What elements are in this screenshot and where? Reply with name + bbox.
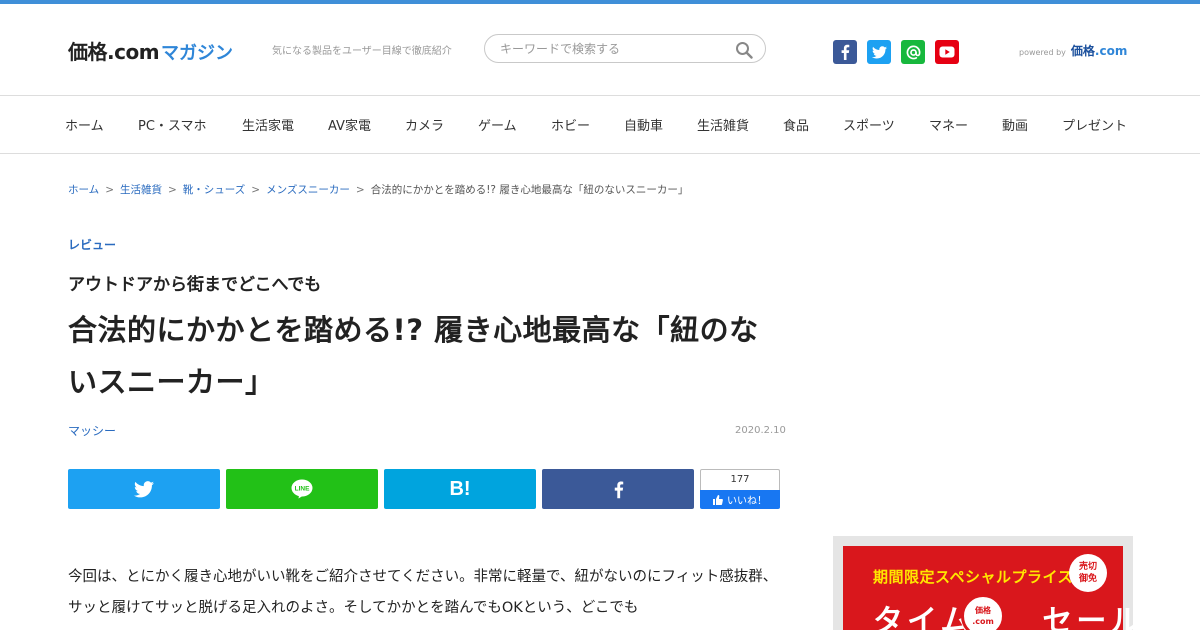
breadcrumb-separator: > (355, 184, 365, 196)
nav-item-daily-goods[interactable]: 生活雑貨 (697, 115, 749, 134)
nav-item-food[interactable]: 食品 (783, 115, 809, 134)
thumbs-up-icon (713, 494, 723, 505)
search-input[interactable] (500, 40, 720, 58)
like-label: いいね！ (727, 496, 767, 507)
nav-item-video[interactable]: 動画 (1002, 115, 1028, 134)
breadcrumb-shoes[interactable]: 靴・シューズ (183, 184, 245, 196)
breadcrumb-separator: > (168, 184, 177, 196)
hatena-bookmark-icon: B! (449, 477, 471, 500)
site-logo[interactable]: 価格.com マガジン (68, 36, 233, 64)
breadcrumb-home[interactable]: ホーム (68, 184, 99, 196)
nav-item-present[interactable]: プレゼント (1062, 115, 1127, 134)
youtube-icon[interactable] (935, 40, 959, 64)
search-icon[interactable] (735, 41, 753, 59)
facebook-icon[interactable] (833, 40, 857, 64)
share-facebook-button[interactable] (542, 469, 694, 509)
article-date: 2020.2.10 (735, 425, 786, 436)
nav-item-pc-smartphone[interactable]: PC・スマホ (138, 115, 207, 134)
breadcrumb-mens-sneakers[interactable]: メンズスニーカー (266, 184, 350, 196)
nav-item-home-appliances[interactable]: 生活家電 (242, 115, 294, 134)
svg-text:LINE: LINE (295, 486, 310, 493)
ad-sold-out-badge: 売切 御免 (1069, 554, 1107, 592)
nav-item-money[interactable]: マネー (929, 115, 968, 134)
facebook-like-widget: 177 いいね！ (700, 469, 780, 509)
logo-magazine: マガジン (161, 43, 234, 64)
share-line-button[interactable]: LINE (226, 469, 378, 509)
like-button[interactable]: いいね！ (700, 490, 780, 509)
breadcrumb-current: 合法的にかかとを踏める!? 履き心地最高な「紐のないスニーカー」 (370, 184, 689, 196)
share-hatena-button[interactable]: B! (384, 469, 536, 509)
article-title: 合法的にかかとを踏める!? 履き心地最高な「紐のないスニーカー」 (68, 313, 759, 399)
ad-clock-icon: 価格 .com (961, 594, 1005, 630)
nav-item-av-appliances[interactable]: AV家電 (328, 115, 371, 134)
nav-item-hobby[interactable]: ホビー (551, 115, 590, 134)
nav-item-camera[interactable]: カメラ (405, 115, 444, 134)
site-header: 価格.com マガジン 気になる製品をユーザー目線で徹底紹介 powered b… (0, 4, 1200, 96)
twitter-icon[interactable] (867, 40, 891, 64)
ad-banner-inner: 期間限定スペシャルプライス 売切 御免 タイム セール 価格 .com (843, 546, 1133, 630)
article-category[interactable]: レビュー (68, 236, 116, 253)
breadcrumb-separator: > (105, 184, 114, 196)
ad-banner[interactable]: 期間限定スペシャルプライス 売切 御免 タイム セール 価格 .com (833, 536, 1133, 630)
powered-by-label: powered by (1019, 48, 1066, 57)
article-body: 今回は、とにかく履き心地がいい靴をご紹介させてください。非常に軽量で、紐がないの… (68, 569, 778, 616)
powered-by-kakaku[interactable]: powered by 価格.com (1019, 42, 1127, 59)
nav-item-game[interactable]: ゲーム (478, 115, 517, 134)
ad-headline: 期間限定スペシャルプライス (873, 568, 1074, 586)
line-icon: LINE (291, 479, 313, 499)
site-tagline: 気になる製品をユーザー目線で徹底紹介 (272, 46, 452, 57)
logo-kakaku: 価格.com (68, 40, 160, 64)
breadcrumb-separator: > (251, 184, 261, 196)
like-count: 177 (700, 469, 780, 490)
article-subtitle: アウトドアから街までどこへでも (68, 275, 322, 295)
facebook-icon (614, 480, 623, 498)
category-nav: ホーム PC・スマホ 生活家電 AV家電 カメラ ゲーム ホビー 自動車 生活雑… (0, 97, 1200, 154)
search-box (484, 34, 766, 63)
breadcrumb-daily-goods[interactable]: 生活雑貨 (120, 184, 162, 196)
nav-item-home[interactable]: ホーム (65, 115, 104, 134)
twitter-icon (134, 480, 154, 497)
share-twitter-button[interactable] (68, 469, 220, 509)
nav-item-car[interactable]: 自動車 (624, 115, 663, 134)
breadcrumb: ホーム > 生活雑貨 > 靴・シューズ > メンズスニーカー > 合法的にかかとを踏める!? 履… (68, 182, 688, 197)
nav-item-sports[interactable]: スポーツ (843, 115, 895, 134)
at-mail-icon[interactable] (901, 40, 925, 64)
powered-logo: 価格.com (1070, 44, 1128, 58)
article-author[interactable]: マッシー (68, 422, 116, 439)
